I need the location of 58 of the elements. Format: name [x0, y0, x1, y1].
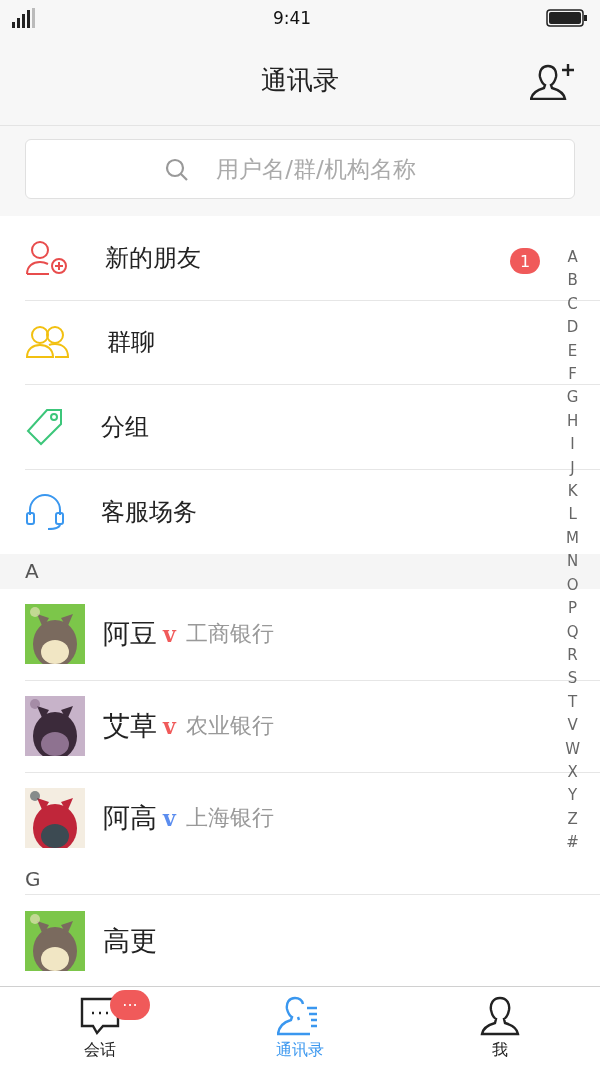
menu-item-label[interactable]: 群聊	[107, 326, 155, 359]
verified-mark: v	[163, 713, 176, 740]
index-letter[interactable]: R	[567, 643, 578, 668]
index-letter[interactable]: K	[567, 480, 578, 504]
verified-mark: v	[163, 621, 176, 648]
tag-icon	[25, 407, 65, 448]
index-letter[interactable]: H	[566, 409, 579, 434]
battery-icon	[546, 9, 588, 27]
headset-icon	[25, 492, 65, 531]
index-letter[interactable]: L	[568, 503, 577, 527]
status-time: 9:41	[272, 8, 312, 28]
index-letter[interactable]: F	[568, 363, 577, 387]
contact-name: 艾草	[103, 709, 157, 744]
index-letter[interactable]: C	[567, 292, 578, 317]
index-letter[interactable]: I	[570, 433, 575, 457]
message-badge: ···	[110, 990, 150, 1020]
contact-name: 高更	[103, 923, 157, 958]
menu-item-label[interactable]: 分组	[101, 411, 149, 444]
tab[interactable]: 会话 ···	[0, 987, 200, 1067]
index-letter[interactable]: J	[570, 456, 575, 481]
signal-icon	[12, 8, 38, 28]
contact-bank: 上海银行	[185, 804, 274, 833]
group-icon	[25, 325, 71, 360]
index-letter[interactable]: Z	[567, 807, 578, 832]
index-letter[interactable]: O	[566, 573, 579, 598]
count-badge: 1	[510, 248, 540, 274]
section-letter: A	[25, 559, 39, 584]
contact-name: 阿豆	[103, 617, 157, 652]
tab[interactable]: 通讯录	[200, 987, 400, 1067]
add-user-icon	[25, 239, 69, 276]
index-letter[interactable]: N	[566, 550, 579, 574]
page-title: 通讯录	[261, 64, 339, 97]
index-letter[interactable]: S	[567, 667, 578, 691]
search-icon	[165, 158, 189, 182]
index-letter[interactable]: D	[566, 316, 579, 340]
index-letter[interactable]: B	[567, 269, 578, 293]
index-letter[interactable]: T	[568, 690, 578, 715]
menu-item-label[interactable]: 客服场务	[101, 495, 197, 528]
index-letter[interactable]: P	[568, 597, 578, 621]
index-letter[interactable]: V	[567, 714, 578, 738]
search-field[interactable]: 用户名/群/机构名称	[25, 139, 575, 199]
index-letter[interactable]: E	[567, 339, 578, 364]
index-letter[interactable]: Q	[566, 620, 579, 644]
tab[interactable]: 我	[400, 987, 600, 1067]
section-letter: G	[25, 866, 41, 891]
menu-item-label[interactable]: 新的朋友	[105, 241, 201, 274]
contact-name: 阿高	[103, 801, 157, 836]
user-icon	[480, 996, 520, 1036]
index-letter[interactable]: X	[567, 760, 578, 785]
contact-bank: 农业银行	[185, 712, 274, 741]
index-letter[interactable]: A	[567, 246, 578, 270]
index-letter[interactable]: W	[565, 737, 580, 761]
index-letter[interactable]: Y	[568, 784, 578, 808]
index-letter[interactable]: M	[566, 526, 580, 551]
index-letter[interactable]: #	[566, 831, 579, 855]
verified-mark: v	[163, 805, 176, 832]
contact-bank: 工商银行	[185, 620, 274, 649]
index-letter[interactable]: G	[566, 386, 579, 410]
